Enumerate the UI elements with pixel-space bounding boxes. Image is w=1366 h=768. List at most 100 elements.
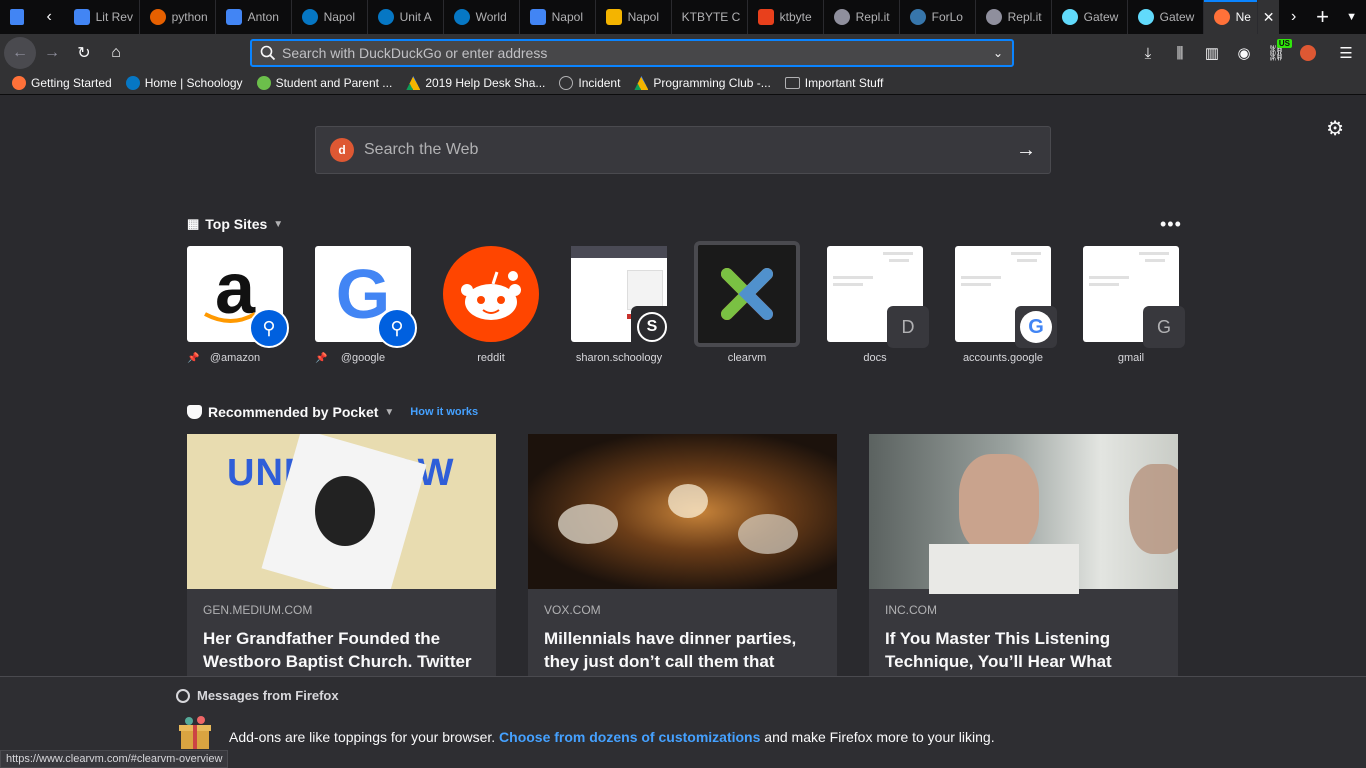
tab[interactable]: Anton	[216, 0, 292, 34]
tab-label: Lit Rev	[95, 10, 133, 24]
pocket-header: Recommended by Pocket ▼ How it works	[187, 404, 478, 420]
downloads-button[interactable]: ⤓	[1132, 37, 1164, 69]
how-it-works-link[interactable]: How it works	[410, 406, 478, 418]
page-thumbnail	[571, 246, 667, 258]
top-site-accounts-google[interactable]: G accounts.google	[955, 246, 1057, 364]
menu-button[interactable]: ☰	[1330, 37, 1362, 69]
chevron-down-icon[interactable]: ▼	[384, 407, 394, 418]
account-button[interactable]: ◉	[1228, 37, 1260, 69]
tab[interactable]: Gatew	[1052, 0, 1128, 34]
scroll-tabs-right-button[interactable]: ›	[1279, 0, 1308, 34]
top-site-clearvm[interactable]: clearvm	[694, 241, 800, 364]
tab[interactable]: World	[444, 0, 520, 34]
tab[interactable]: ktbyte	[748, 0, 824, 34]
pocket-card[interactable]: UNFOLLOW GEN.MEDIUM.COM Her Grandfather …	[187, 434, 496, 684]
tab-list-button[interactable]: ▼	[1337, 0, 1366, 34]
chevron-down-icon: ⌄	[992, 46, 1004, 60]
tab[interactable]: Napol	[520, 0, 596, 34]
top-site-google[interactable]: G ⚲ 📌 @google	[315, 246, 417, 364]
folder-icon	[784, 77, 800, 89]
pocket-title[interactable]: Recommended by Pocket	[208, 404, 378, 420]
tab[interactable]: ForLo	[900, 0, 976, 34]
top-sites-header[interactable]: ▦ Top Sites ▼	[187, 216, 283, 232]
pocket-card[interactable]: INC.COM If You Master This Listening Tec…	[869, 434, 1178, 684]
docs-icon	[10, 9, 25, 25]
tab-new-tab[interactable]: Ne	[1203, 0, 1259, 34]
bookmark-item[interactable]: Incident	[559, 76, 620, 90]
search-icon: ⚲	[377, 308, 417, 348]
top-sites-more-button[interactable]: •••	[1160, 214, 1182, 235]
firefox-icon	[176, 688, 190, 703]
bookmark-item[interactable]: Important Stuff	[784, 76, 883, 90]
tab-label: Anton	[247, 10, 279, 24]
tab[interactable]: Repl.it	[824, 0, 900, 34]
search-icon	[260, 45, 276, 61]
url-history-dropdown[interactable]: ⌄	[984, 46, 1012, 60]
sidebar-button[interactable]: ▥	[1196, 37, 1228, 69]
drive-icon	[634, 76, 649, 90]
top-site-reddit[interactable]: reddit	[443, 246, 539, 364]
top-site-gmail[interactable]: G gmail	[1083, 246, 1185, 364]
pocket-card[interactable]: VOX.COM Millennials have dinner parties,…	[528, 434, 837, 684]
pinned-tab-docs[interactable]	[0, 0, 35, 34]
tab[interactable]: Napol	[292, 0, 368, 34]
new-tab-button[interactable]: +	[1308, 0, 1337, 34]
tab-strip: ‹ Lit Rev python Anton Napol Unit A World Napo…	[0, 0, 1366, 34]
tab[interactable]: Lit Rev	[64, 0, 140, 34]
tab[interactable]: KTBYTE C	[672, 0, 748, 34]
personalize-button[interactable]: ⚙	[1326, 116, 1344, 141]
bookmark-label: Home | Schoology	[144, 76, 243, 90]
scroll-tabs-left-button[interactable]: ‹	[35, 0, 64, 34]
docs-icon	[225, 9, 242, 25]
bookmark-item[interactable]: Programming Club -...	[634, 76, 771, 90]
region-badge: US	[1276, 39, 1292, 48]
home-button[interactable]: ⌂	[100, 37, 132, 69]
tab-label: KTBYTE C	[681, 10, 741, 24]
powerschool-icon	[256, 76, 271, 90]
tab-label: Napol	[551, 10, 583, 24]
python-icon	[909, 9, 926, 25]
bookmark-item[interactable]: 2019 Help Desk Sha...	[406, 76, 545, 90]
forward-button[interactable]: →	[36, 37, 68, 69]
close-tab-button[interactable]: ✕	[1258, 0, 1280, 34]
reload-button[interactable]: ↻	[68, 37, 100, 69]
web-search-input[interactable]	[354, 141, 1002, 159]
docs-letter-icon: D	[887, 306, 929, 348]
chevron-left-icon: ‹	[46, 8, 52, 25]
bookmark-item[interactable]: Home | Schoology	[125, 76, 243, 90]
tab-label: World	[475, 10, 507, 24]
tab[interactable]: python	[140, 0, 216, 34]
top-site-docs[interactable]: D docs	[827, 246, 929, 364]
tab[interactable]: Gatew	[1128, 0, 1204, 34]
drive-icon	[406, 76, 421, 90]
schoology-icon	[377, 9, 394, 25]
duckduckgo-extension-button[interactable]	[1292, 37, 1324, 69]
article-image: UNFOLLOW	[187, 434, 496, 589]
web-search-box: d →	[315, 126, 1051, 174]
library-button[interactable]: ⫼	[1164, 37, 1196, 69]
more-icon: •••	[1160, 214, 1182, 234]
tab[interactable]: Napol	[596, 0, 672, 34]
slides-icon	[605, 9, 622, 25]
customizations-link[interactable]: Choose from dozens of customizations	[499, 729, 760, 745]
tab-label: Gatew	[1159, 10, 1195, 24]
site-tile: G ⚲	[315, 246, 417, 348]
search-submit-button[interactable]: →	[1002, 139, 1050, 162]
page-thumbnail: G	[1083, 246, 1185, 348]
bookmark-item[interactable]: Student and Parent ...	[256, 76, 392, 90]
bookmark-label: 2019 Help Desk Sha...	[425, 76, 546, 90]
tab-label: Napol	[627, 10, 659, 24]
tab[interactable]: Repl.it	[976, 0, 1052, 34]
site-label: accounts.google	[962, 352, 1044, 364]
top-site-amazon[interactable]: a ⚲ 📌 @amazon	[187, 246, 289, 364]
bookmarks-toolbar: Getting Started Home | Schoology Student a…	[0, 72, 1366, 95]
top-sites-title: Top Sites	[205, 216, 268, 232]
vpn-extension-button[interactable]: ⛓ US	[1260, 37, 1292, 69]
back-button[interactable]: ←	[4, 37, 36, 69]
top-site-schoology[interactable]: S sharon.schoology	[571, 246, 673, 364]
address-input[interactable]	[276, 45, 984, 61]
tab-label: Gatew	[1083, 10, 1119, 24]
article-source: GEN.MEDIUM.COM	[203, 603, 313, 617]
tab[interactable]: Unit A	[368, 0, 444, 34]
bookmark-item[interactable]: Getting Started	[12, 76, 112, 90]
